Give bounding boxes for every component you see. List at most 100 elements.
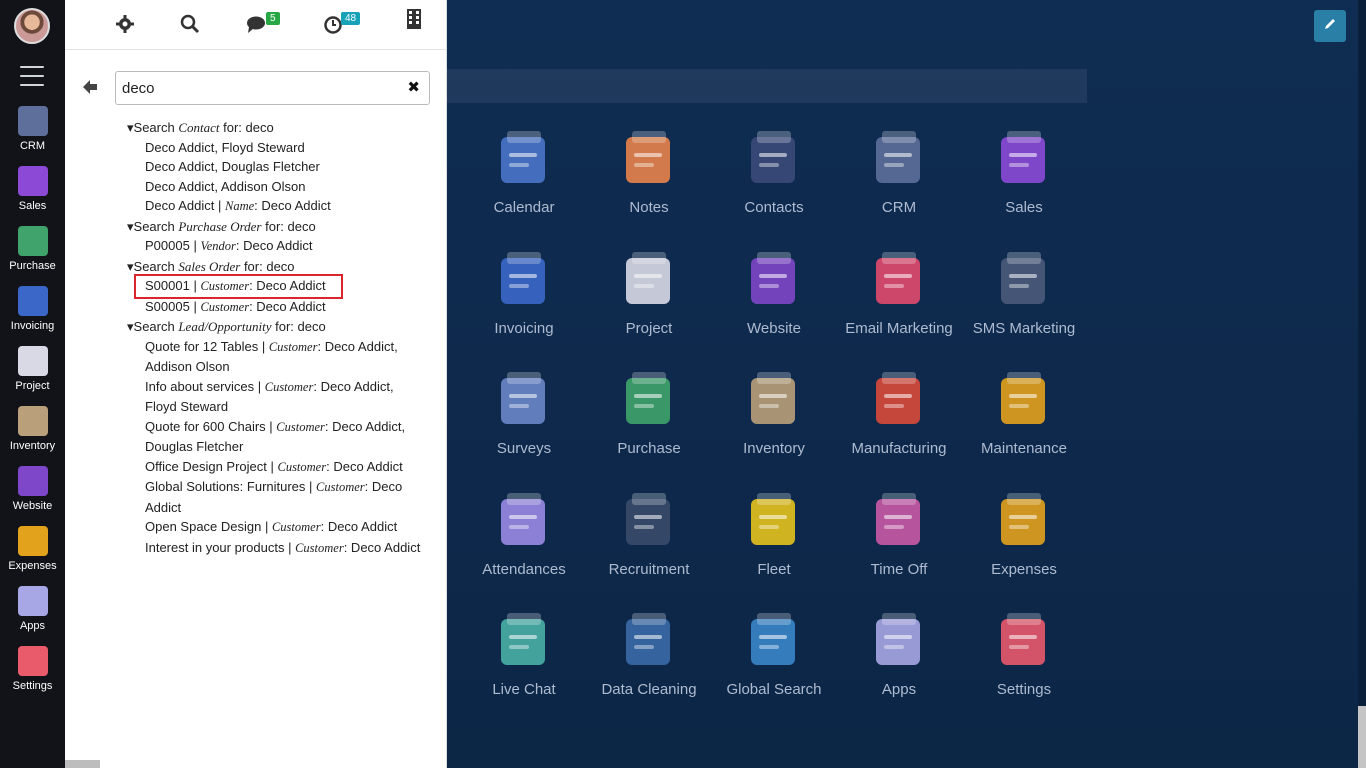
- attendances-icon: [493, 489, 555, 551]
- contacts-icon: [743, 127, 805, 189]
- lead-opportunity-result-item[interactable]: Interest in your products | Customer: De…: [127, 538, 427, 559]
- sidebar-app-label: Apps: [19, 620, 46, 632]
- lead-opportunity-result-item[interactable]: Info about services | Customer: Deco Add…: [127, 377, 427, 417]
- sales-order-result-item-highlighted[interactable]: S00001 | Customer: Deco Addict: [127, 274, 427, 299]
- contact-result-item[interactable]: Deco Addict, Douglas Fletcher: [127, 157, 427, 177]
- app-tile-live-chat[interactable]: Live Chat: [462, 609, 586, 698]
- sidebar-app-label: CRM: [19, 140, 46, 152]
- app-tile-recruitment[interactable]: Recruitment: [587, 489, 711, 578]
- app-tile-purchase[interactable]: Purchase: [587, 368, 711, 457]
- app-tile-calendar[interactable]: Calendar: [462, 127, 586, 216]
- edit-pencil-button[interactable]: [1314, 10, 1346, 42]
- contact-result-item[interactable]: Deco Addict | Name: Deco Addict: [127, 196, 427, 217]
- sms-marketing-icon: [993, 248, 1055, 310]
- app-tile-label: Email Marketing: [845, 319, 953, 337]
- main-scrollbar-thumb[interactable]: [1358, 706, 1366, 768]
- app-tile-label: Calendar: [493, 199, 555, 216]
- panel-top-icons: 5 48: [65, 0, 447, 50]
- app-tile-label: Apps: [881, 681, 917, 698]
- settings-icon: [993, 609, 1055, 671]
- search-group-sales-order[interactable]: ▾Search Sales Order for: deco: [127, 257, 427, 277]
- app-tile-label: Invoicing: [494, 319, 554, 337]
- app-tile-label: Global Search: [726, 681, 822, 698]
- app-tile-surveys[interactable]: Surveys: [462, 368, 586, 457]
- app-tile-contacts[interactable]: Contacts: [712, 127, 836, 216]
- app-tile-label: Project: [625, 319, 673, 337]
- sidebar-app-project[interactable]: Project: [0, 346, 65, 392]
- email-marketing-icon: [868, 248, 930, 310]
- app-tile-label: SMS Marketing: [972, 319, 1076, 337]
- app-tile-invoicing[interactable]: Invoicing: [462, 248, 586, 337]
- app-tile-expenses[interactable]: Expenses: [962, 489, 1086, 578]
- crm-icon: [868, 127, 930, 189]
- sidebar-app-sales[interactable]: Sales: [0, 166, 65, 212]
- lead-opportunity-result-item[interactable]: Global Solutions: Furnitures | Customer:…: [127, 477, 427, 517]
- sidebar-app-apps[interactable]: Apps: [0, 586, 65, 632]
- sidebar-app-inventory[interactable]: Inventory: [0, 406, 65, 452]
- app-tile-label: CRM: [881, 199, 917, 216]
- settings-icon: [17, 646, 48, 676]
- clear-search-icon[interactable]: ✖: [407, 78, 420, 96]
- contact-result-item[interactable]: Deco Addict, Floyd Steward: [127, 138, 427, 158]
- search-group-lead-opportunity[interactable]: ▾Search Lead/Opportunity for: deco: [127, 317, 427, 337]
- app-tile-attendances[interactable]: Attendances: [462, 489, 586, 578]
- app-tile-sales[interactable]: Sales: [962, 127, 1086, 216]
- app-tile-maintenance[interactable]: Maintenance: [962, 368, 1086, 457]
- sidebar-app-expenses[interactable]: Expenses: [0, 526, 65, 572]
- messages-count-badge: 5: [266, 12, 280, 25]
- search-icon[interactable]: [179, 14, 201, 36]
- global-search-icon: [743, 609, 805, 671]
- lead-opportunity-result-item[interactable]: Office Design Project | Customer: Deco A…: [127, 457, 427, 478]
- app-tile-label: Recruitment: [608, 560, 690, 578]
- user-avatar[interactable]: [14, 8, 50, 44]
- purchase-icon: [618, 368, 680, 430]
- apps-search-bar[interactable]: [447, 69, 1087, 103]
- company-building-icon[interactable]: [403, 9, 425, 31]
- sidebar-app-settings[interactable]: Settings: [0, 646, 65, 692]
- panel-scrollbar[interactable]: [65, 760, 100, 768]
- sidebar-app-crm[interactable]: CRM: [0, 106, 65, 152]
- app-tile-label: Surveys: [496, 440, 552, 457]
- app-tile-project[interactable]: Project: [587, 248, 711, 337]
- invoicing-icon: [17, 286, 48, 316]
- hamburger-menu-icon[interactable]: [20, 66, 44, 86]
- app-tile-fleet[interactable]: Fleet: [712, 489, 836, 578]
- sidebar-app-purchase[interactable]: Purchase: [0, 226, 65, 272]
- app-tile-crm[interactable]: CRM: [837, 127, 961, 216]
- app-tile-label: Contacts: [744, 199, 804, 216]
- app-tile-inventory[interactable]: Inventory: [712, 368, 836, 457]
- app-tile-sms-marketing[interactable]: SMS Marketing: [962, 248, 1086, 337]
- contact-result-item[interactable]: Deco Addict, Addison Olson: [127, 177, 427, 197]
- app-tile-label: Fleet: [757, 560, 791, 578]
- app-tile-settings[interactable]: Settings: [962, 609, 1086, 698]
- app-tile-email-marketing[interactable]: Email Marketing: [837, 248, 961, 337]
- left-app-sidebar: CRM Sales Purchase Invoicing Project Inventor…: [0, 0, 65, 768]
- sidebar-app-label: Inventory: [9, 440, 56, 452]
- search-group-contact[interactable]: ▾Search Contact for: deco: [127, 118, 427, 138]
- fleet-icon: [743, 489, 805, 551]
- gear-icon[interactable]: [114, 14, 136, 36]
- lead-opportunity-result-item[interactable]: Quote for 12 Tables | Customer: Deco Add…: [127, 337, 427, 377]
- search-input[interactable]: [116, 72, 386, 104]
- sidebar-app-label: Website: [12, 500, 53, 512]
- back-arrow-icon[interactable]: [83, 78, 97, 99]
- sidebar-app-invoicing[interactable]: Invoicing: [0, 286, 65, 332]
- app-tile-apps[interactable]: Apps: [837, 609, 961, 698]
- search-input-container[interactable]: ✖: [115, 71, 430, 105]
- app-tile-label: Notes: [629, 199, 669, 216]
- sales-order-result-item[interactable]: S00005 | Customer: Deco Addict: [127, 297, 427, 318]
- app-tile-data-cleaning[interactable]: Data Cleaning: [587, 609, 711, 698]
- sidebar-app-website[interactable]: Website: [0, 466, 65, 512]
- messages-icon[interactable]: [245, 14, 267, 36]
- app-tile-global-search[interactable]: Global Search: [712, 609, 836, 698]
- app-tile-notes[interactable]: Notes: [587, 127, 711, 216]
- lead-opportunity-result-item[interactable]: Open Space Design | Customer: Deco Addic…: [127, 517, 427, 538]
- app-tile-time-off[interactable]: Time Off: [837, 489, 961, 578]
- search-group-purchase-order[interactable]: ▾Search Purchase Order for: deco: [127, 217, 427, 237]
- live-chat-icon: [493, 609, 555, 671]
- main-scrollbar[interactable]: [1358, 0, 1366, 768]
- app-tile-manufacturing[interactable]: Manufacturing: [837, 368, 961, 457]
- app-tile-website[interactable]: Website: [712, 248, 836, 337]
- lead-opportunity-result-item[interactable]: Quote for 600 Chairs | Customer: Deco Ad…: [127, 417, 427, 457]
- purchase-order-result-item[interactable]: P00005 | Vendor: Deco Addict: [127, 236, 427, 257]
